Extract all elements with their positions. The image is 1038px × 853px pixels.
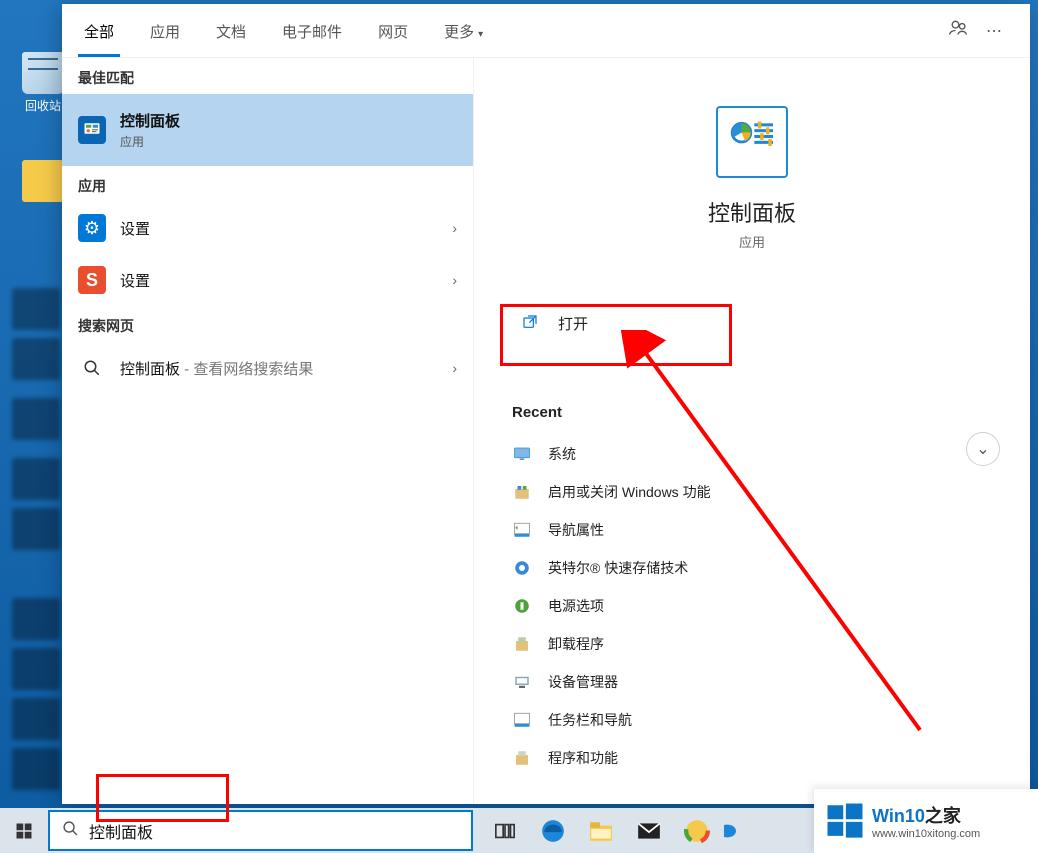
tab-apps[interactable]: 应用 bbox=[146, 5, 184, 56]
tab-all[interactable]: 全部 bbox=[80, 5, 118, 56]
recent-item[interactable]: 电源选项 bbox=[504, 587, 1000, 625]
recent-label: 卸载程序 bbox=[548, 634, 604, 654]
search-scope-tabs: 全部 应用 文档 电子邮件 网页 更多 ▾ ⋯ bbox=[62, 4, 1030, 58]
recent-label: 导航属性 bbox=[548, 520, 604, 540]
programs-features-icon bbox=[512, 748, 532, 768]
taskbar-app-icon[interactable] bbox=[721, 808, 739, 853]
recent-item[interactable]: 卸载程序 bbox=[504, 625, 1000, 663]
task-view-button[interactable] bbox=[481, 808, 529, 853]
recent-item[interactable]: 导航属性 bbox=[504, 511, 1000, 549]
tab-more-label: 更多 bbox=[444, 24, 474, 41]
power-options-icon bbox=[512, 596, 532, 616]
blurred-desktop-item bbox=[12, 748, 60, 790]
control-panel-large-icon bbox=[716, 106, 788, 178]
recent-item[interactable]: 英特尔® 快速存储技术 bbox=[504, 549, 1000, 587]
apps-header: 应用 bbox=[62, 166, 473, 202]
blurred-desktop-item bbox=[12, 698, 60, 740]
taskbar-explorer-icon[interactable] bbox=[577, 808, 625, 853]
tab-documents[interactable]: 文档 bbox=[212, 5, 250, 56]
best-match-title: 控制面板 bbox=[120, 110, 457, 131]
chevron-right-icon: › bbox=[452, 360, 457, 376]
taskbar-browser-icon[interactable] bbox=[673, 808, 721, 853]
blurred-desktop-item bbox=[12, 288, 60, 330]
feedback-icon[interactable] bbox=[940, 18, 976, 43]
watermark: Win10之家 www.win10xitong.com bbox=[814, 789, 1038, 853]
recent-item[interactable]: 程序和功能 bbox=[504, 739, 1000, 777]
open-label: 打开 bbox=[558, 313, 588, 334]
watermark-url: www.win10xitong.com bbox=[872, 828, 980, 840]
open-icon bbox=[522, 314, 540, 334]
results-list: 最佳匹配 控制面板 应用 应用 ⚙ 设置 › S 设置 › bbox=[62, 58, 474, 804]
device-manager-icon bbox=[512, 672, 532, 692]
blurred-desktop-item bbox=[12, 398, 60, 440]
recent-label: 系统 bbox=[548, 444, 576, 464]
windows-features-icon bbox=[512, 482, 532, 502]
app-result-sogou-settings[interactable]: S 设置 › bbox=[62, 254, 473, 306]
windows-logo-icon bbox=[824, 800, 866, 842]
blurred-desktop-item bbox=[12, 508, 60, 550]
tab-email[interactable]: 电子邮件 bbox=[278, 5, 346, 56]
search-icon bbox=[78, 354, 106, 382]
tab-more[interactable]: 更多 ▾ bbox=[440, 5, 487, 56]
chevron-down-icon: ⌄ bbox=[976, 439, 989, 459]
intel-rst-icon bbox=[512, 558, 532, 578]
web-result-title: 控制面板 - 查看网络搜索结果 bbox=[120, 358, 452, 379]
recent-label: 英特尔® 快速存储技术 bbox=[548, 558, 688, 578]
web-result-query: 控制面板 bbox=[120, 361, 180, 378]
monitor-icon bbox=[512, 444, 532, 464]
best-match-header: 最佳匹配 bbox=[62, 58, 473, 94]
taskbar-nav-icon bbox=[512, 710, 532, 730]
web-result-suffix: - 查看网络搜索结果 bbox=[180, 361, 313, 378]
start-button[interactable] bbox=[0, 808, 48, 853]
app-result-title: 设置 bbox=[120, 270, 452, 291]
taskbar-search-box[interactable] bbox=[48, 810, 473, 851]
gear-icon: ⚙ bbox=[78, 214, 106, 242]
recent-item[interactable]: 启用或关闭 Windows 功能 bbox=[504, 473, 1000, 511]
chevron-down-icon: ▾ bbox=[478, 29, 483, 40]
chevron-right-icon: › bbox=[452, 272, 457, 288]
search-web-header: 搜索网页 bbox=[62, 306, 473, 342]
recent-item[interactable]: 设备管理器 bbox=[504, 663, 1000, 701]
blurred-desktop-item bbox=[12, 648, 60, 690]
recent-item[interactable]: 任务栏和导航 bbox=[504, 701, 1000, 739]
recent-header: Recent bbox=[512, 404, 1000, 421]
recent-label: 设备管理器 bbox=[548, 672, 618, 692]
search-input[interactable] bbox=[89, 822, 459, 840]
taskbar-edge-icon[interactable] bbox=[529, 808, 577, 853]
blurred-desktop-item bbox=[12, 598, 60, 640]
blurred-desktop-item bbox=[12, 458, 60, 500]
detail-subtitle: 应用 bbox=[504, 232, 1000, 251]
best-match-subtitle: 应用 bbox=[120, 133, 457, 150]
recent-label: 启用或关闭 Windows 功能 bbox=[548, 482, 711, 502]
uninstall-program-icon bbox=[512, 634, 532, 654]
expand-toggle[interactable]: ⌄ bbox=[966, 432, 1000, 466]
control-panel-icon bbox=[78, 116, 106, 144]
sogou-icon: S bbox=[78, 266, 106, 294]
recent-list: 系统 启用或关闭 Windows 功能 导航属性 英特尔® 快速存储技术 电源选… bbox=[504, 435, 1000, 777]
search-icon bbox=[62, 820, 79, 842]
app-result-title: 设置 bbox=[120, 218, 452, 239]
open-action[interactable]: 打开 bbox=[504, 299, 1000, 348]
blurred-desktop-item bbox=[12, 338, 60, 380]
web-result[interactable]: 控制面板 - 查看网络搜索结果 › bbox=[62, 342, 473, 394]
more-options-icon[interactable]: ⋯ bbox=[976, 21, 1012, 41]
recent-label: 电源选项 bbox=[548, 596, 604, 616]
chevron-right-icon: › bbox=[452, 220, 457, 236]
detail-title: 控制面板 bbox=[504, 196, 1000, 228]
recent-item[interactable]: 系统 bbox=[504, 435, 1000, 473]
search-results-panel: 全部 应用 文档 电子邮件 网页 更多 ▾ ⋯ 最佳匹配 控制面板 应用 bbox=[62, 4, 1030, 804]
result-detail-pane: 控制面板 应用 打开 ⌄ Recent 系统 启用或关闭 Windows 功能 … bbox=[474, 58, 1030, 804]
recent-label: 程序和功能 bbox=[548, 748, 618, 768]
recent-label: 任务栏和导航 bbox=[548, 710, 632, 730]
taskbar-mail-icon[interactable] bbox=[625, 808, 673, 853]
tab-web[interactable]: 网页 bbox=[374, 5, 412, 56]
best-match-result[interactable]: 控制面板 应用 bbox=[62, 94, 473, 166]
app-result-settings[interactable]: ⚙ 设置 › bbox=[62, 202, 473, 254]
watermark-brand: Win10之家 bbox=[872, 802, 980, 828]
navigation-properties-icon bbox=[512, 520, 532, 540]
